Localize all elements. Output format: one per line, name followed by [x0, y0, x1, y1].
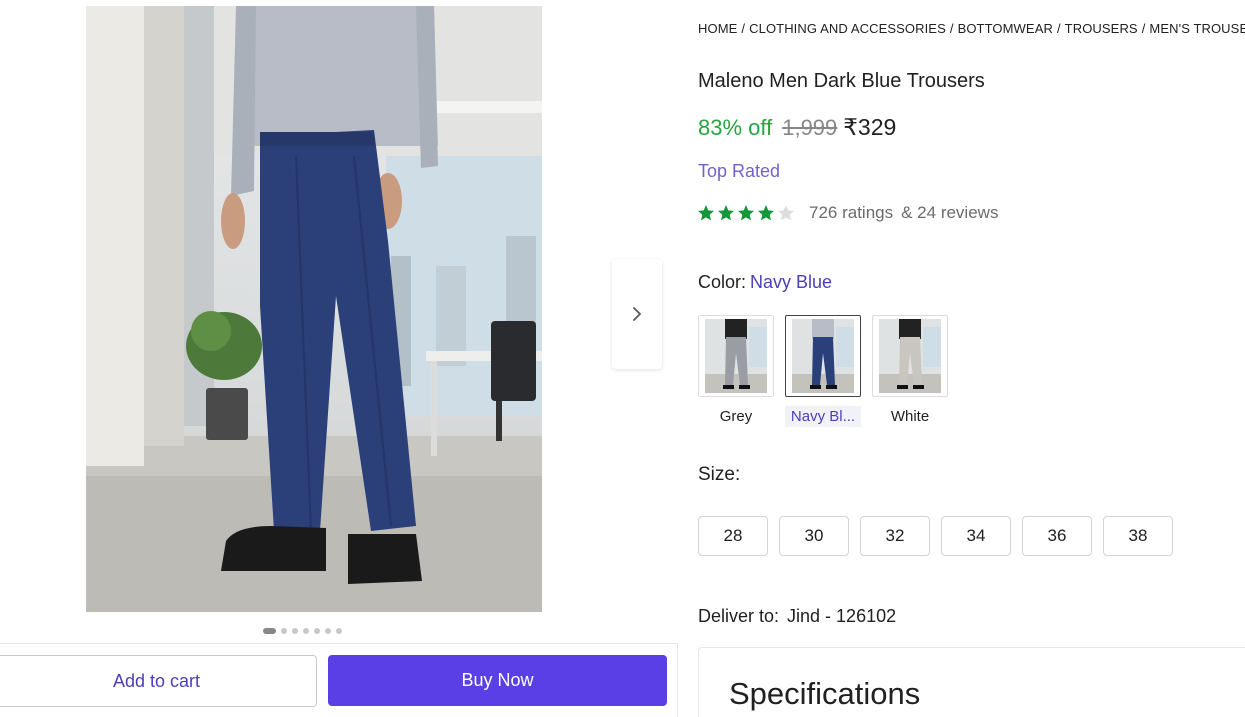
chevron-right-icon: [633, 307, 642, 321]
color-swatch-label: Grey: [719, 408, 753, 425]
size-option[interactable]: 36: [1022, 516, 1092, 556]
breadcrumb-separator: /: [949, 21, 954, 36]
breadcrumb-item[interactable]: MEN'S TROUSERS: [1149, 21, 1245, 36]
star-filled-icon: [698, 205, 714, 221]
selling-price: ₹329: [843, 114, 897, 140]
delivery-location[interactable]: Jind - 126102: [787, 606, 896, 626]
color-swatch-label: White: [890, 408, 930, 425]
size-option[interactable]: 38: [1103, 516, 1173, 556]
specifications-heading: Specifications: [729, 676, 921, 711]
breadcrumb-item[interactable]: HOME: [698, 21, 737, 36]
size-option[interactable]: 30: [779, 516, 849, 556]
color-swatch[interactable]: Navy Bl...: [785, 315, 861, 427]
pagination-dot[interactable]: [292, 628, 298, 634]
deliver-to-label: Deliver to:: [698, 606, 780, 626]
price-row: 83% off 1,999 ₹329: [698, 114, 896, 141]
size-label: Size:: [698, 464, 741, 485]
color-label: Color: Navy Blue: [698, 272, 832, 293]
size-option[interactable]: 34: [941, 516, 1011, 556]
star-filled-icon: [758, 205, 774, 221]
star-filled-icon: [718, 205, 734, 221]
rating-row[interactable]: 726 ratings & 24 reviews: [697, 203, 998, 223]
star-empty-icon: [778, 205, 794, 221]
breadcrumb-separator: /: [741, 21, 746, 36]
star-rating: [697, 204, 797, 222]
discount-percent: 83% off: [698, 115, 773, 140]
image-pagination[interactable]: [263, 628, 342, 634]
size-options: 28 30 32 34 36 38: [698, 516, 1173, 556]
add-to-cart-button[interactable]: Add to cart: [0, 655, 317, 707]
product-main-image[interactable]: [86, 6, 542, 612]
color-swatch[interactable]: Grey: [698, 315, 774, 427]
buy-now-button[interactable]: Buy Now: [328, 655, 667, 706]
pagination-dot[interactable]: [314, 628, 320, 634]
size-option[interactable]: 32: [860, 516, 930, 556]
pagination-dot[interactable]: [336, 628, 342, 634]
color-label-key: Color:: [698, 272, 747, 292]
breadcrumb-item[interactable]: CLOTHING AND ACCESSORIES: [749, 21, 946, 36]
pagination-dot[interactable]: [281, 628, 287, 634]
pagination-dot[interactable]: [325, 628, 331, 634]
reviews-count[interactable]: & 24 reviews: [901, 203, 998, 223]
original-price: 1,999: [782, 115, 838, 140]
breadcrumb: HOME / CLOTHING AND ACCESSORIES / BOTTOMWEAR…: [698, 21, 1245, 36]
breadcrumb-separator: /: [1141, 21, 1146, 36]
color-swatch-thumbnail: [872, 315, 948, 397]
star-filled-icon: [738, 205, 754, 221]
selected-color: Navy Blue: [750, 272, 833, 292]
color-swatch-thumbnail: [785, 315, 861, 397]
next-image-button[interactable]: [612, 259, 662, 369]
product-title: Maleno Men Dark Blue Trousers: [698, 70, 985, 92]
ratings-count[interactable]: 726 ratings: [809, 203, 893, 223]
top-rated-badge: Top Rated: [698, 161, 781, 181]
delivery-info[interactable]: Deliver to: Jind - 126102: [698, 606, 896, 627]
action-bar: Add to cart Buy Now: [0, 643, 678, 717]
size-option[interactable]: 28: [698, 516, 768, 556]
pagination-dot[interactable]: [303, 628, 309, 634]
breadcrumb-item[interactable]: BOTTOMWEAR: [958, 21, 1053, 36]
pagination-dot[interactable]: [263, 628, 276, 634]
color-swatches: Grey Navy Bl... White: [698, 315, 948, 427]
color-swatch[interactable]: White: [872, 315, 948, 427]
breadcrumb-item[interactable]: TROUSERS: [1065, 21, 1138, 36]
specifications-card: Specifications: [698, 647, 1245, 717]
color-swatch-label: Navy Bl...: [785, 406, 861, 427]
color-swatch-thumbnail: [698, 315, 774, 397]
breadcrumb-separator: /: [1056, 21, 1061, 36]
